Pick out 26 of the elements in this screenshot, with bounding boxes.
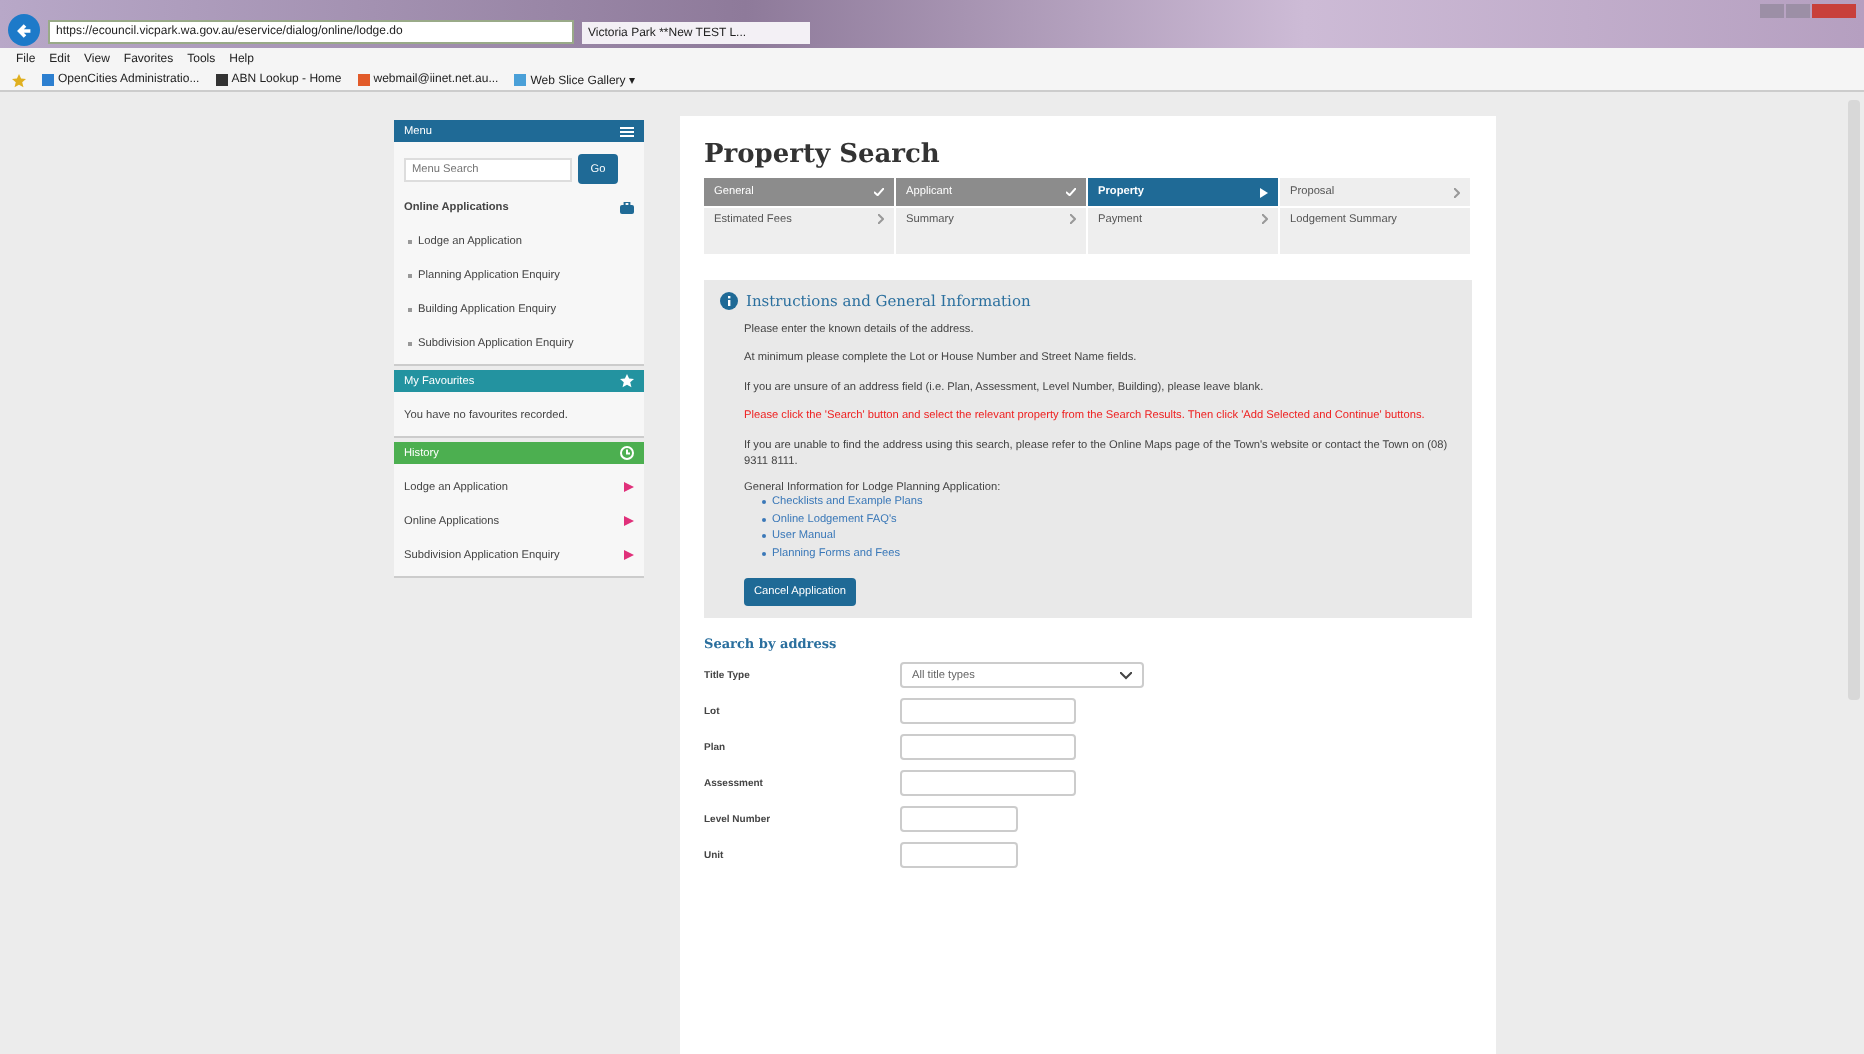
check-icon (1066, 188, 1076, 196)
input-field[interactable] (900, 770, 1076, 797)
pin-icon[interactable] (624, 516, 634, 526)
pin-icon[interactable] (624, 550, 634, 560)
info-icon (720, 292, 738, 310)
triangle-icon (1260, 187, 1268, 197)
input-field[interactable] (900, 806, 1018, 833)
back-icon (16, 22, 32, 38)
briefcase-icon[interactable] (620, 201, 634, 213)
menu-icon[interactable] (620, 125, 634, 137)
star-icon[interactable] (620, 374, 634, 388)
pin-icon[interactable] (624, 482, 634, 492)
favorites-star-icon[interactable] (12, 73, 26, 87)
input-field[interactable] (900, 698, 1076, 725)
input-field[interactable] (900, 842, 1018, 869)
chevron-icon (1262, 214, 1268, 224)
check-icon (874, 188, 884, 196)
clock-icon[interactable] (620, 446, 634, 460)
back-button[interactable] (8, 14, 40, 46)
page-title: Property Search (704, 140, 942, 170)
chevron-icon (1120, 671, 1132, 680)
chevron-icon (1454, 187, 1460, 197)
chevron-icon (878, 214, 884, 224)
window-controls-icon[interactable] (1760, 4, 1856, 18)
input-field[interactable] (900, 734, 1076, 761)
chevron-icon (1070, 214, 1076, 224)
